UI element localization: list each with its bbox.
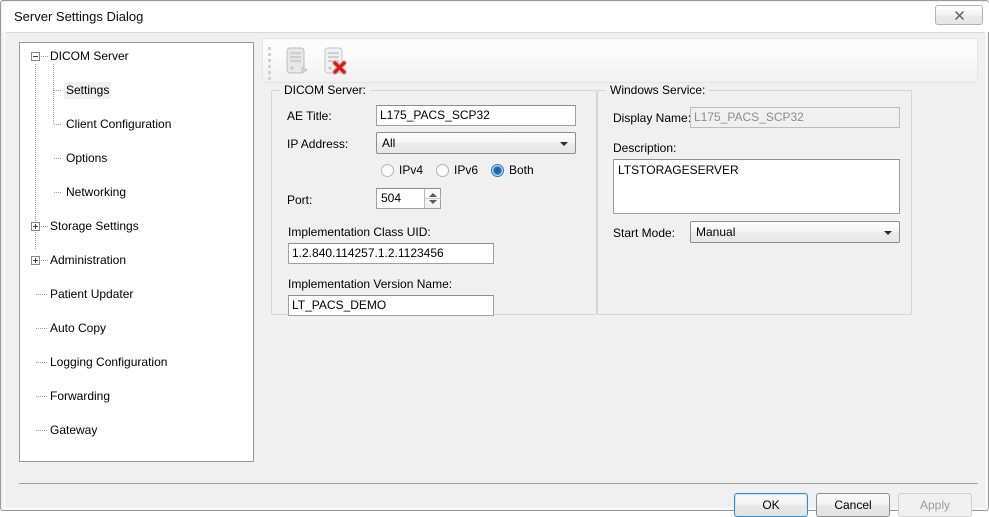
- ip-address-value: All: [382, 136, 395, 150]
- tree-item-client-configuration[interactable]: Client Configuration: [26, 116, 251, 133]
- tree-item-label: DICOM Server: [50, 48, 129, 65]
- tree-item-label: Administration: [50, 252, 126, 269]
- ok-button[interactable]: OK: [734, 493, 808, 517]
- minus-glyph: [32, 53, 39, 60]
- display-name-label: Display Name:: [613, 111, 691, 125]
- impl-class-uid-input[interactable]: 1.2.840.114257.1.2.1123456: [288, 243, 494, 264]
- tree-item-label: Auto Copy: [50, 320, 106, 337]
- plus-glyph: [32, 257, 39, 264]
- tree-item-label: Forwarding: [50, 388, 110, 405]
- tree-item-label: Settings: [64, 82, 111, 99]
- start-mode-value: Manual: [696, 225, 735, 239]
- settings-tree: DICOM Server Settings Client Configurati…: [26, 48, 251, 252]
- start-service-button[interactable]: [281, 43, 319, 79]
- windows-service-group-title: Windows Service:: [606, 83, 709, 97]
- footer-separator: [19, 483, 978, 484]
- tree-item-storage-settings[interactable]: Storage Settings: [26, 218, 251, 235]
- ip-address-label: IP Address:: [287, 137, 348, 151]
- service-toolbar: [262, 38, 978, 83]
- tree-item-gateway[interactable]: Gateway: [26, 422, 251, 439]
- server-stop-icon: [319, 43, 353, 77]
- spin-up-icon[interactable]: [429, 193, 437, 197]
- tree-item-networking[interactable]: Networking: [26, 184, 251, 201]
- stop-service-button[interactable]: [319, 43, 357, 79]
- tree-item-label: Gateway: [50, 422, 97, 439]
- description-textarea[interactable]: LTSTORAGESERVER: [613, 159, 900, 214]
- impl-class-uid-label: Implementation Class UID:: [288, 225, 431, 239]
- tree-item-label: Patient Updater: [50, 286, 133, 303]
- chevron-down-icon: [884, 231, 892, 235]
- tree-item-settings[interactable]: Settings: [26, 82, 251, 99]
- server-start-icon: [281, 43, 315, 77]
- windows-service-group: Windows Service: Display Name: L175_PACS…: [597, 90, 912, 315]
- tree-connector: [36, 430, 48, 431]
- tree-item-patient-updater[interactable]: Patient Updater: [26, 286, 251, 303]
- tree-item-label: Options: [66, 150, 107, 167]
- radio-dot: [491, 164, 504, 177]
- settings-content-pane: DICOM Server: AE Title: L175_PACS_SCP32 …: [262, 38, 978, 468]
- tree-item-options[interactable]: Options: [26, 150, 251, 167]
- tree-item-logging-configuration[interactable]: Logging Configuration: [26, 354, 251, 371]
- radio-both-label: Both: [509, 163, 534, 177]
- tree-connector: [41, 226, 48, 227]
- port-label: Port:: [287, 193, 312, 207]
- tree-connector: [36, 294, 48, 295]
- server-settings-dialog: Server Settings Dialog: [0, 0, 989, 511]
- tree-item-label: Logging Configuration: [50, 354, 167, 371]
- tree-connector: [54, 192, 62, 193]
- port-stepper[interactable]: 504: [376, 188, 441, 209]
- start-mode-combobox[interactable]: Manual: [690, 221, 900, 243]
- impl-version-label: Implementation Version Name:: [288, 277, 452, 291]
- tree-item-label: Client Configuration: [66, 116, 171, 133]
- tree-item-label: Networking: [66, 184, 126, 201]
- tree-connector: [41, 56, 48, 57]
- tree-connector: [41, 260, 48, 261]
- radio-dot: [436, 164, 449, 177]
- chevron-down-icon: [560, 142, 568, 146]
- start-mode-label: Start Mode:: [613, 226, 675, 240]
- impl-version-input[interactable]: LT_PACS_DEMO: [288, 295, 494, 316]
- dicom-server-group: DICOM Server: AE Title: L175_PACS_SCP32 …: [271, 90, 597, 315]
- expand-icon[interactable]: [31, 222, 40, 231]
- tree-item-administration[interactable]: Administration: [26, 252, 251, 269]
- display-name-input: L175_PACS_SCP32: [690, 107, 900, 128]
- port-spin-buttons[interactable]: [424, 189, 440, 208]
- description-label: Description:: [613, 141, 676, 155]
- title-bar: Server Settings Dialog: [2, 2, 989, 32]
- radio-ipv4-label: IPv4: [399, 163, 423, 177]
- red-x-glyph: [335, 63, 344, 72]
- radio-dot: [381, 164, 394, 177]
- radio-ipv6-label: IPv6: [454, 163, 478, 177]
- spin-divider: [425, 198, 441, 199]
- tree-connector: [36, 362, 48, 363]
- spin-down-icon[interactable]: [429, 200, 437, 204]
- cancel-button[interactable]: Cancel: [816, 493, 890, 517]
- tree-item-dicom-server[interactable]: DICOM Server: [26, 48, 251, 65]
- plus-glyph: [32, 223, 39, 230]
- tree-connector: [54, 124, 62, 125]
- ae-title-label: AE Title:: [287, 109, 332, 123]
- close-icon[interactable]: [935, 5, 983, 25]
- window-title: Server Settings Dialog: [14, 9, 143, 24]
- ip-address-combobox[interactable]: All: [376, 132, 576, 154]
- tree-connector: [54, 90, 62, 91]
- toolbar-grip[interactable]: [268, 47, 272, 77]
- settings-tree-panel[interactable]: DICOM Server Settings Client Configurati…: [19, 42, 254, 462]
- collapse-icon[interactable]: [31, 52, 40, 61]
- tree-item-auto-copy[interactable]: Auto Copy: [26, 320, 251, 337]
- expand-icon[interactable]: [31, 256, 40, 265]
- port-value: 504: [381, 191, 401, 205]
- close-glyph: [954, 10, 965, 21]
- tree-connector: [54, 158, 62, 159]
- apply-button: Apply: [898, 493, 972, 517]
- ae-title-input[interactable]: L175_PACS_SCP32: [376, 105, 576, 126]
- tree-item-label: Storage Settings: [50, 218, 139, 235]
- dialog-client-area: DICOM Server Settings Client Configurati…: [6, 32, 985, 507]
- tree-connector: [36, 328, 48, 329]
- tree-connector: [36, 396, 48, 397]
- dicom-server-group-title: DICOM Server:: [280, 83, 370, 97]
- tree-item-forwarding[interactable]: Forwarding: [26, 388, 251, 405]
